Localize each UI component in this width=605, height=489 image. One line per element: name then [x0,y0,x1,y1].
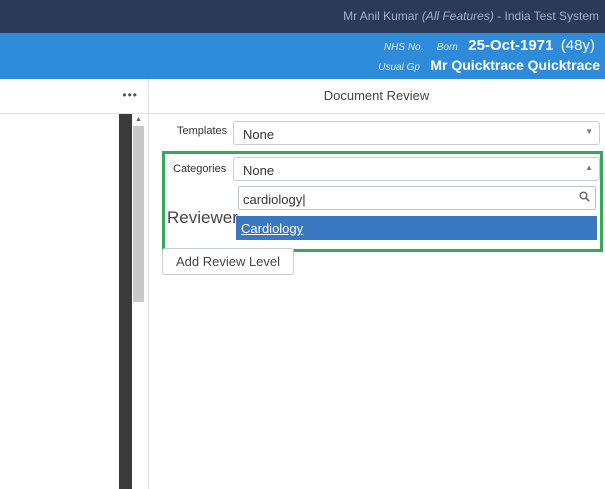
nhs-label: NHS No. [383,42,424,53]
categories-select[interactable]: None ▲ [233,157,600,181]
user-name: Mr Anil Kumar [343,9,419,23]
category-search-text: cardiology| [243,192,306,207]
top-bar: Mr Anil Kumar (All Features) - India Tes… [0,0,605,33]
categories-value: None [243,163,275,178]
chevron-up-icon: ▲ [585,163,593,172]
gp-name: Mr Quicktrace Quicktrace [430,57,600,73]
templates-select[interactable]: None ▼ [233,121,600,145]
scroll-up-arrow-icon[interactable]: ▲ [133,115,144,125]
patient-dob: 25-Oct-1971 [468,37,554,54]
scrollbar-thumb[interactable] [133,126,144,302]
scroll-gutter [119,114,132,489]
categories-label: Categories [173,163,227,175]
page-title: Document Review [148,79,605,114]
search-icon [579,191,590,205]
dropdown-option-cardiology[interactable]: Cardiology [236,216,597,240]
born-label: Born [436,42,458,53]
reviewer-heading: Reviewer [167,208,238,227]
templates-value: None [243,127,275,142]
user-info: Mr Anil Kumar (All Features) - India Tes… [343,9,599,23]
patient-banner: NHS No. Born 25-Oct-1971 (48y) Usual Gp … [0,33,605,79]
system-name: - India Test System [493,9,599,23]
left-panel: ••• ▲ [0,79,149,489]
more-dots-icon[interactable]: ••• [122,88,138,102]
chevron-down-icon: ▼ [585,127,593,136]
category-search-input[interactable]: cardiology| [238,186,596,210]
patient-age: (48y) [560,37,595,54]
gp-label: Usual Gp [378,62,420,73]
add-review-level-button[interactable]: Add Review Level [162,248,294,275]
user-features: (All Features) [421,9,494,23]
templates-label: Templates [177,125,228,137]
